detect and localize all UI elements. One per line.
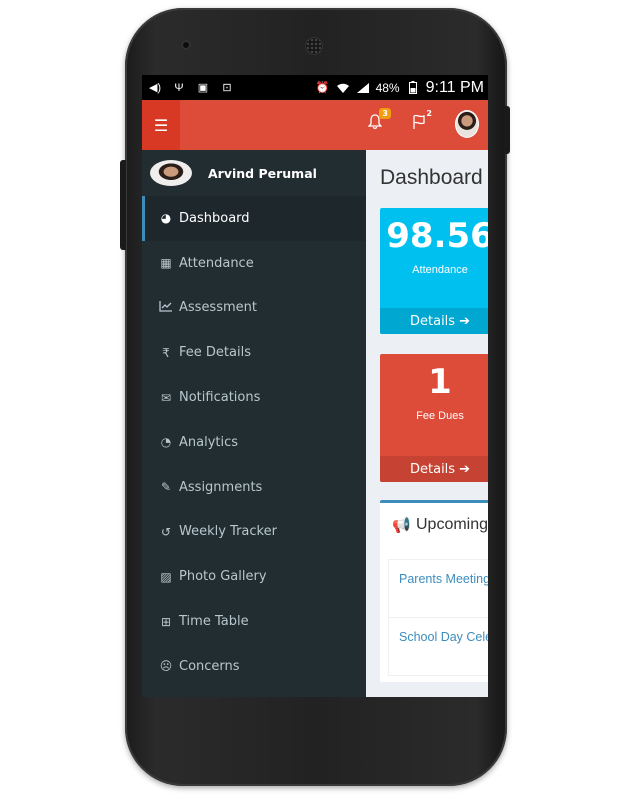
battery-text: 48% xyxy=(375,80,400,95)
power-button xyxy=(504,106,510,154)
line-chart-icon xyxy=(158,300,174,315)
sidebar-item-label: Time Table xyxy=(179,614,249,630)
history-icon: ↺ xyxy=(160,524,172,539)
app-header: ☰ 3 2 xyxy=(142,100,488,150)
sidebar-item-time-table[interactable]: ⊞ Time Table xyxy=(142,599,366,644)
volume-icon: ◀) xyxy=(148,82,162,94)
earpiece-speaker xyxy=(305,37,323,55)
hamburger-icon: ☰ xyxy=(153,115,169,135)
sidebar: Arvind Perumal ◕ Dashboard ▦ Attendance … xyxy=(142,150,366,697)
user-avatar-button[interactable] xyxy=(455,110,479,138)
alarm-icon: ⏰ xyxy=(315,82,330,94)
sidebar-item-label: Dashboard xyxy=(179,210,250,226)
sidebar-item-assessment[interactable]: Assessment xyxy=(142,286,366,331)
details-label: Details xyxy=(410,313,456,329)
table-icon: ⊞ xyxy=(160,614,172,629)
battery-icon xyxy=(406,81,420,94)
avatar xyxy=(150,160,192,186)
sidebar-item-analytics[interactable]: ◔ Analytics xyxy=(142,420,366,465)
flag-badge: 2 xyxy=(426,109,432,118)
arrow-circle-right-icon: ➔ xyxy=(459,461,470,477)
download-icon: ⊡ xyxy=(222,82,232,94)
sidebar-item-weekly-tracker[interactable]: ↺ Weekly Tracker xyxy=(142,510,366,555)
envelope-icon: ✉ xyxy=(160,390,172,405)
calendar-icon: ▦ xyxy=(160,256,172,271)
dashboard-icon: ◕ xyxy=(160,211,172,226)
attendance-value: 98.56 xyxy=(386,216,488,256)
sidebar-item-label: Photo Gallery xyxy=(179,569,267,585)
image-icon: ▣ xyxy=(197,82,209,94)
sidebar-item-label: Assessment xyxy=(179,300,257,316)
notification-badge: 3 xyxy=(379,108,391,119)
upcoming-list: Parents Meeting School Day Cele xyxy=(388,559,488,676)
fee-dues-details-link[interactable]: Details ➔ xyxy=(380,456,488,482)
sidebar-item-label: Notifications xyxy=(179,390,261,406)
sidebar-item-notifications[interactable]: ✉ Notifications xyxy=(142,375,366,420)
upcoming-item-parents-meeting[interactable]: Parents Meeting xyxy=(388,560,488,618)
frown-icon: ☹ xyxy=(159,659,173,674)
user-name: Arvind Perumal xyxy=(208,165,317,181)
details-label: Details xyxy=(410,461,456,477)
sidebar-item-assignments[interactable]: ✎ Assignments xyxy=(142,465,366,510)
arrow-circle-right-icon: ➔ xyxy=(459,313,470,329)
rupee-icon: ₹ xyxy=(162,345,170,360)
sidebar-item-label: Concerns xyxy=(179,658,240,674)
usb-icon: Ψ xyxy=(174,81,184,94)
upcoming-title: Upcoming xyxy=(416,516,488,533)
main-content: Dashboard 98.56 Attendance Details ➔ 1 F… xyxy=(366,150,488,697)
sidebar-item-label: Attendance xyxy=(179,255,254,271)
sidebar-item-dashboard[interactable]: ◕ Dashboard xyxy=(142,196,366,241)
volume-button xyxy=(120,160,126,250)
attendance-label: Attendance xyxy=(412,264,468,276)
fee-dues-stat-box: 1 Fee Dues Details ➔ xyxy=(380,354,488,482)
fee-dues-label: Fee Dues xyxy=(416,410,464,422)
sidebar-toggle-button[interactable]: ☰ xyxy=(142,100,180,150)
edit-icon: ✎ xyxy=(160,480,172,495)
picture-icon: ▨ xyxy=(160,569,172,584)
upcoming-events-panel: 📢 Upcoming Parents Meeting School Day Ce… xyxy=(380,500,488,682)
sidebar-item-fee-details[interactable]: ₹ Fee Details xyxy=(142,330,366,375)
sidebar-item-photo-gallery[interactable]: ▨ Photo Gallery xyxy=(142,554,366,599)
bullhorn-icon: 📢 xyxy=(392,517,411,534)
upcoming-header: 📢 Upcoming xyxy=(380,503,488,547)
signal-icon xyxy=(356,82,370,94)
pie-chart-icon: ◔ xyxy=(160,435,172,450)
sidebar-item-label: Analytics xyxy=(179,434,239,450)
clock: 9:11 PM xyxy=(425,78,484,96)
user-panel: Arvind Perumal xyxy=(142,150,366,196)
page-title: Dashboard xyxy=(380,166,483,189)
fee-dues-value: 1 xyxy=(428,362,452,402)
sidebar-item-label: Weekly Tracker xyxy=(179,524,277,540)
front-camera xyxy=(181,40,191,50)
sidebar-menu: ◕ Dashboard ▦ Attendance Assessment ₹ Fe… xyxy=(142,196,366,689)
status-bar: ◀) Ψ ▣ ⊡ ⏰ 48% 9:11 PM xyxy=(142,75,488,100)
wifi-icon xyxy=(336,82,350,94)
flags-button[interactable]: 2 xyxy=(412,109,432,134)
phone-screen: ◀) Ψ ▣ ⊡ ⏰ 48% 9:11 PM ☰ 3 2 Arvind Peru… xyxy=(142,75,488,697)
sidebar-item-attendance[interactable]: ▦ Attendance xyxy=(142,241,366,286)
sidebar-item-label: Assignments xyxy=(179,479,263,495)
sidebar-item-concerns[interactable]: ☹ Concerns xyxy=(142,644,366,689)
attendance-details-link[interactable]: Details ➔ xyxy=(380,308,488,334)
attendance-stat-box: 98.56 Attendance Details ➔ xyxy=(380,208,488,334)
sidebar-item-label: Fee Details xyxy=(179,345,251,361)
notifications-button[interactable]: 3 xyxy=(367,108,391,134)
upcoming-item-school-day[interactable]: School Day Cele xyxy=(388,618,488,676)
